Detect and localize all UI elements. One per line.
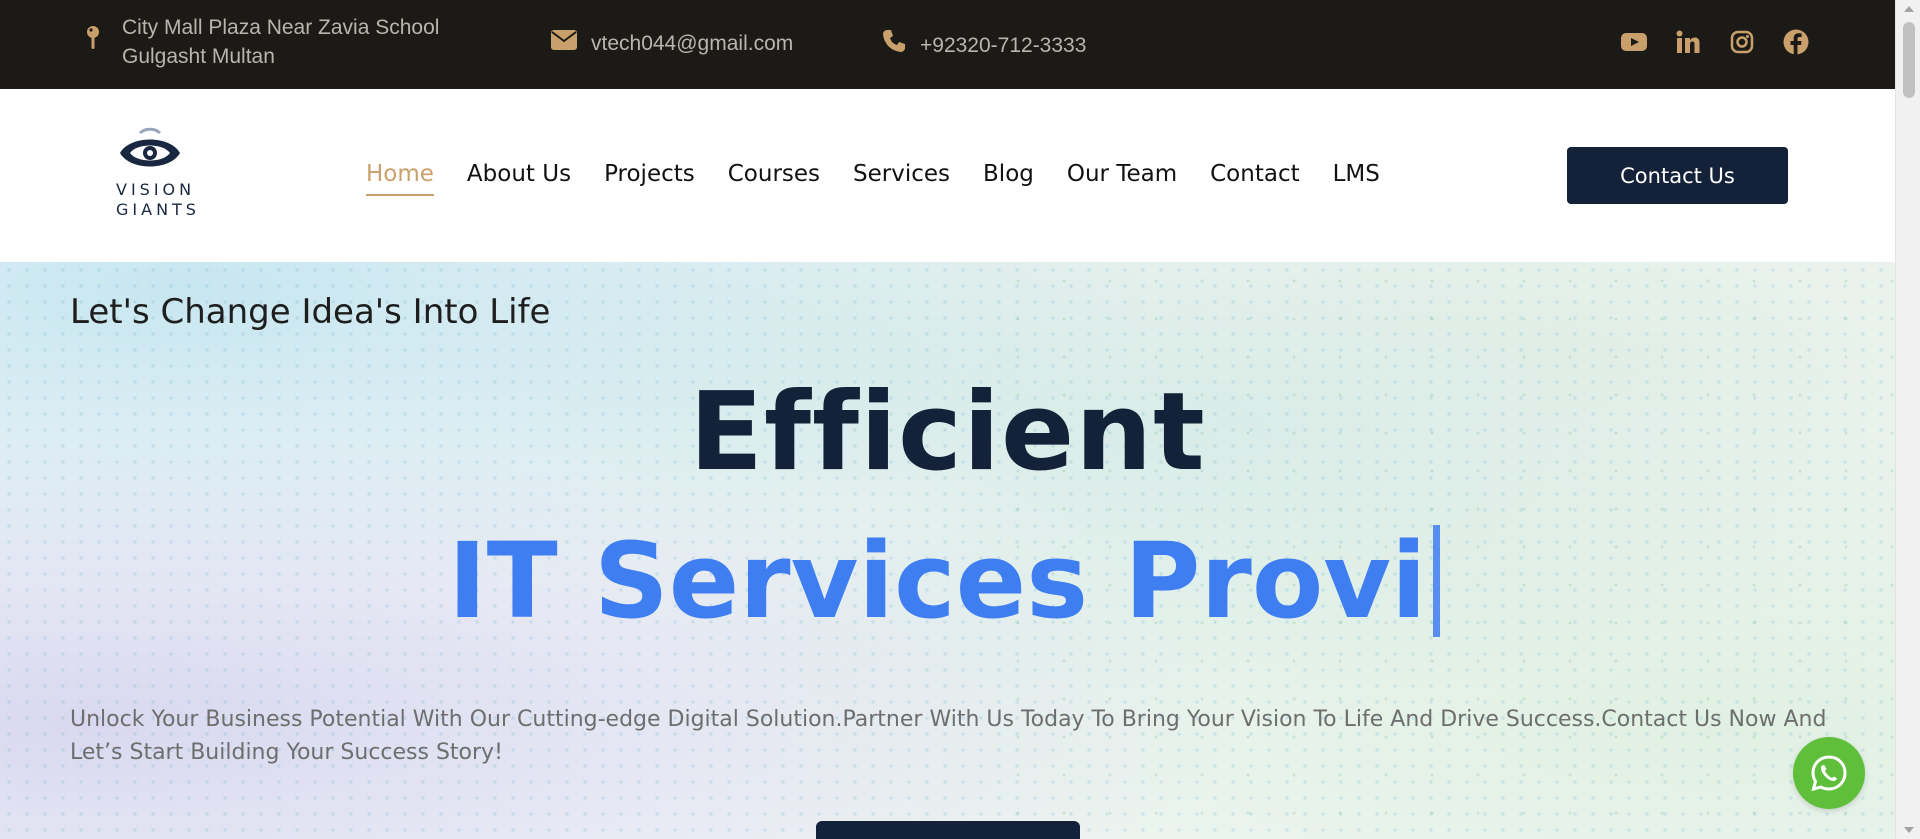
hero-headline: Efficient xyxy=(689,370,1206,495)
hero-tagline: Let's Change Idea's Into Life xyxy=(70,292,551,332)
brand-logo[interactable]: VISION GIANTS xyxy=(113,125,203,220)
scroll-up-arrow[interactable] xyxy=(1904,6,1914,12)
nav-courses[interactable]: Courses xyxy=(728,161,820,187)
hero-description: Unlock Your Business Potential With Our … xyxy=(70,707,1827,765)
nav-lms[interactable]: LMS xyxy=(1333,161,1380,187)
typed-text: IT Services Provi xyxy=(448,520,1427,642)
nav-services[interactable]: Services xyxy=(853,161,950,187)
contact-us-button[interactable]: Contact Us xyxy=(1567,147,1788,204)
hero-section: Let's Change Idea's Into Life Efficient … xyxy=(0,262,1895,839)
phone-link[interactable]: +92320-712-3333 xyxy=(920,31,1086,60)
envelope-icon xyxy=(551,29,577,58)
address-info: City Mall Plaza Near Zavia School Gulgas… xyxy=(86,13,439,71)
email-info[interactable]: vtech044@gmail.com xyxy=(551,29,793,58)
youtube-icon[interactable] xyxy=(1621,29,1647,55)
nav-blog[interactable]: Blog xyxy=(983,161,1034,187)
main-nav: Home About Us Projects Courses Services … xyxy=(366,161,1413,196)
phone-icon xyxy=(882,29,906,61)
instagram-icon[interactable] xyxy=(1729,29,1755,55)
nav-about-us[interactable]: About Us xyxy=(467,161,571,187)
hero-typed-text: IT Services Provi xyxy=(448,520,1440,642)
social-links xyxy=(1621,29,1809,55)
scroll-thumb[interactable] xyxy=(1903,22,1915,98)
logo-text-giants: GIANTS xyxy=(116,200,200,219)
nav-projects[interactable]: Projects xyxy=(604,161,695,187)
facebook-icon[interactable] xyxy=(1783,29,1809,55)
top-info-bar: City Mall Plaza Near Zavia School Gulgas… xyxy=(0,0,1895,89)
whatsapp-icon xyxy=(1811,755,1847,792)
address-line2: Gulgasht Multan xyxy=(122,45,275,68)
whatsapp-button[interactable] xyxy=(1793,737,1865,809)
typing-caret xyxy=(1432,525,1440,637)
page-scrollbar[interactable] xyxy=(1895,0,1920,839)
linkedin-icon[interactable] xyxy=(1675,29,1701,55)
eye-logo-icon xyxy=(120,127,180,167)
main-header: VISION GIANTS Home About Us Projects Cou… xyxy=(0,89,1895,262)
nav-home[interactable]: Home xyxy=(366,161,434,196)
logo-text-vision: VISION xyxy=(116,180,196,199)
phone-info[interactable]: +92320-712-3333 xyxy=(882,29,1086,61)
hero-cta-button[interactable] xyxy=(816,821,1080,839)
scroll-down-arrow[interactable] xyxy=(1904,827,1914,833)
address-line1: City Mall Plaza Near Zavia School xyxy=(122,16,440,39)
nav-our-team[interactable]: Our Team xyxy=(1067,161,1177,187)
nav-contact[interactable]: Contact xyxy=(1210,161,1299,187)
email-link[interactable]: vtech044@gmail.com xyxy=(591,29,793,58)
location-pin-icon xyxy=(86,25,100,59)
